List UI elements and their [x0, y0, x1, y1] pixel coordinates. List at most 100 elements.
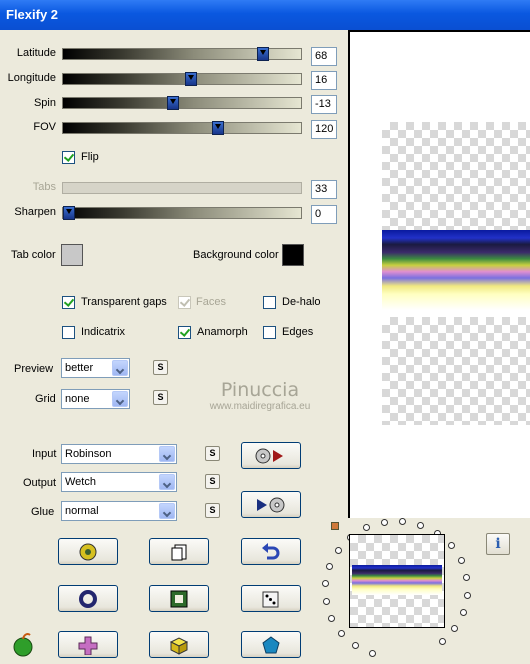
- spin-value[interactable]: -13: [311, 95, 337, 114]
- undo-icon: [262, 542, 280, 559]
- navigator-dot[interactable]: [321, 580, 329, 588]
- latitude-label: Latitude: [16, 47, 56, 59]
- navigator-dot[interactable]: [457, 557, 465, 565]
- navigator-dot[interactable]: [399, 518, 407, 526]
- cube-button[interactable]: [149, 631, 209, 658]
- background-color-swatch[interactable]: [282, 244, 304, 266]
- navigator-dot[interactable]: [447, 542, 455, 550]
- grid-s-button[interactable]: S: [153, 390, 168, 405]
- navigator-handle[interactable]: [331, 522, 339, 530]
- frame-button[interactable]: [149, 585, 209, 612]
- navigator-dot[interactable]: [325, 562, 333, 570]
- cube-icon: [169, 636, 189, 655]
- output-select[interactable]: Wetch: [61, 472, 177, 492]
- longitude-slider-thumb[interactable]: [185, 72, 197, 86]
- preview-checker-top: [382, 122, 530, 230]
- chevron-down-icon[interactable]: [159, 474, 175, 490]
- chevron-down-icon[interactable]: [159, 503, 175, 519]
- sharpen-slider[interactable]: [62, 206, 302, 220]
- window-title: Flexify 2: [0, 0, 530, 30]
- navigator-dot[interactable]: [362, 524, 370, 532]
- navigator-dot[interactable]: [463, 574, 471, 582]
- navigator-dot[interactable]: [322, 597, 330, 605]
- output-select-value: Wetch: [65, 476, 96, 488]
- random-preset-button[interactable]: [58, 538, 118, 565]
- glue-label: Glue: [31, 506, 55, 518]
- background-color-label: Background color: [193, 249, 279, 261]
- input-s-button[interactable]: S: [205, 446, 220, 461]
- sharpen-value[interactable]: 0: [311, 205, 337, 224]
- fov-value[interactable]: 120: [311, 120, 337, 139]
- indicatrix-checkbox[interactable]: [62, 326, 75, 339]
- navigator-dot[interactable]: [328, 614, 336, 622]
- spin-slider-thumb[interactable]: [167, 96, 179, 110]
- undo-button[interactable]: [241, 538, 301, 565]
- navigator-dot[interactable]: [417, 522, 425, 530]
- preview-s-button[interactable]: S: [153, 360, 168, 375]
- sharpen-slider-thumb[interactable]: [63, 206, 75, 220]
- tabs-slider: [62, 182, 302, 194]
- info-button[interactable]: i: [486, 533, 510, 555]
- anamorph-checkbox[interactable]: [178, 326, 191, 339]
- to-output-button[interactable]: [241, 442, 301, 469]
- thumbnail-band: [352, 565, 442, 595]
- transparent-gaps-checkbox[interactable]: [62, 296, 75, 309]
- navigator-dot[interactable]: [334, 546, 342, 554]
- input-select[interactable]: Robinson: [61, 444, 177, 464]
- longitude-slider[interactable]: [62, 72, 302, 86]
- plus-button[interactable]: [58, 631, 118, 658]
- navigator-dot[interactable]: [464, 591, 472, 599]
- fov-label: FOV: [33, 121, 56, 133]
- chevron-down-icon[interactable]: [159, 446, 175, 462]
- watermark-url: www.maidiregrafica.eu: [209, 401, 311, 412]
- latitude-slider[interactable]: [62, 47, 302, 61]
- preview-select[interactable]: better: [61, 358, 130, 378]
- grid-label: Grid: [35, 393, 56, 405]
- navigator-dot[interactable]: [338, 629, 346, 637]
- dice-icon: [262, 591, 279, 607]
- dice-button[interactable]: [241, 585, 301, 612]
- output-s-button[interactable]: S: [205, 474, 220, 489]
- navigator-dot[interactable]: [368, 649, 376, 657]
- input-label: Input: [32, 448, 57, 460]
- navigator-dot[interactable]: [380, 519, 388, 527]
- grid-select[interactable]: none: [61, 389, 130, 409]
- navigator-thumbnail[interactable]: [349, 534, 445, 628]
- edges-checkbox[interactable]: [263, 326, 276, 339]
- preview-label: Preview: [14, 363, 54, 375]
- plus-icon: [78, 636, 98, 655]
- glue-select[interactable]: normal: [61, 501, 177, 521]
- pentagon-button[interactable]: [241, 631, 301, 658]
- glue-s-button[interactable]: S: [205, 503, 220, 518]
- ring-button[interactable]: [58, 585, 118, 612]
- flip-checkbox[interactable]: [62, 151, 75, 164]
- controls-panel: Latitude 68 Longitude 16 Spin -13 FOV 12…: [0, 30, 348, 664]
- tab-color-swatch[interactable]: [61, 244, 83, 266]
- latitude-value[interactable]: 68: [311, 47, 337, 66]
- pages-icon: [171, 544, 187, 560]
- latitude-slider-thumb[interactable]: [257, 47, 269, 61]
- copy-button[interactable]: [149, 538, 209, 565]
- to-input-button[interactable]: [241, 491, 301, 518]
- navigator-dot[interactable]: [460, 609, 468, 617]
- indicatrix-label: Indicatrix: [81, 326, 126, 338]
- navigator-dot[interactable]: [438, 638, 446, 646]
- spin-slider[interactable]: [62, 96, 302, 110]
- preview-image-band: [382, 230, 530, 310]
- preview-canvas[interactable]: [348, 30, 530, 518]
- output-label: Output: [23, 477, 57, 489]
- longitude-value[interactable]: 16: [311, 71, 337, 90]
- chevron-down-icon[interactable]: [112, 391, 128, 407]
- navigator-dot[interactable]: [451, 625, 459, 632]
- longitude-label: Longitude: [7, 72, 56, 84]
- chevron-down-icon[interactable]: [112, 360, 128, 376]
- anamorph-label: Anamorph: [197, 326, 248, 338]
- square-frame-icon: [170, 590, 188, 607]
- preview-select-value: better: [65, 362, 94, 374]
- fov-slider[interactable]: [62, 121, 302, 135]
- navigator-dot[interactable]: [352, 641, 360, 649]
- tabs-value[interactable]: 33: [311, 180, 337, 199]
- fov-slider-thumb[interactable]: [212, 121, 224, 135]
- de-halo-checkbox[interactable]: [263, 296, 276, 309]
- gear-disc-icon: [79, 543, 97, 560]
